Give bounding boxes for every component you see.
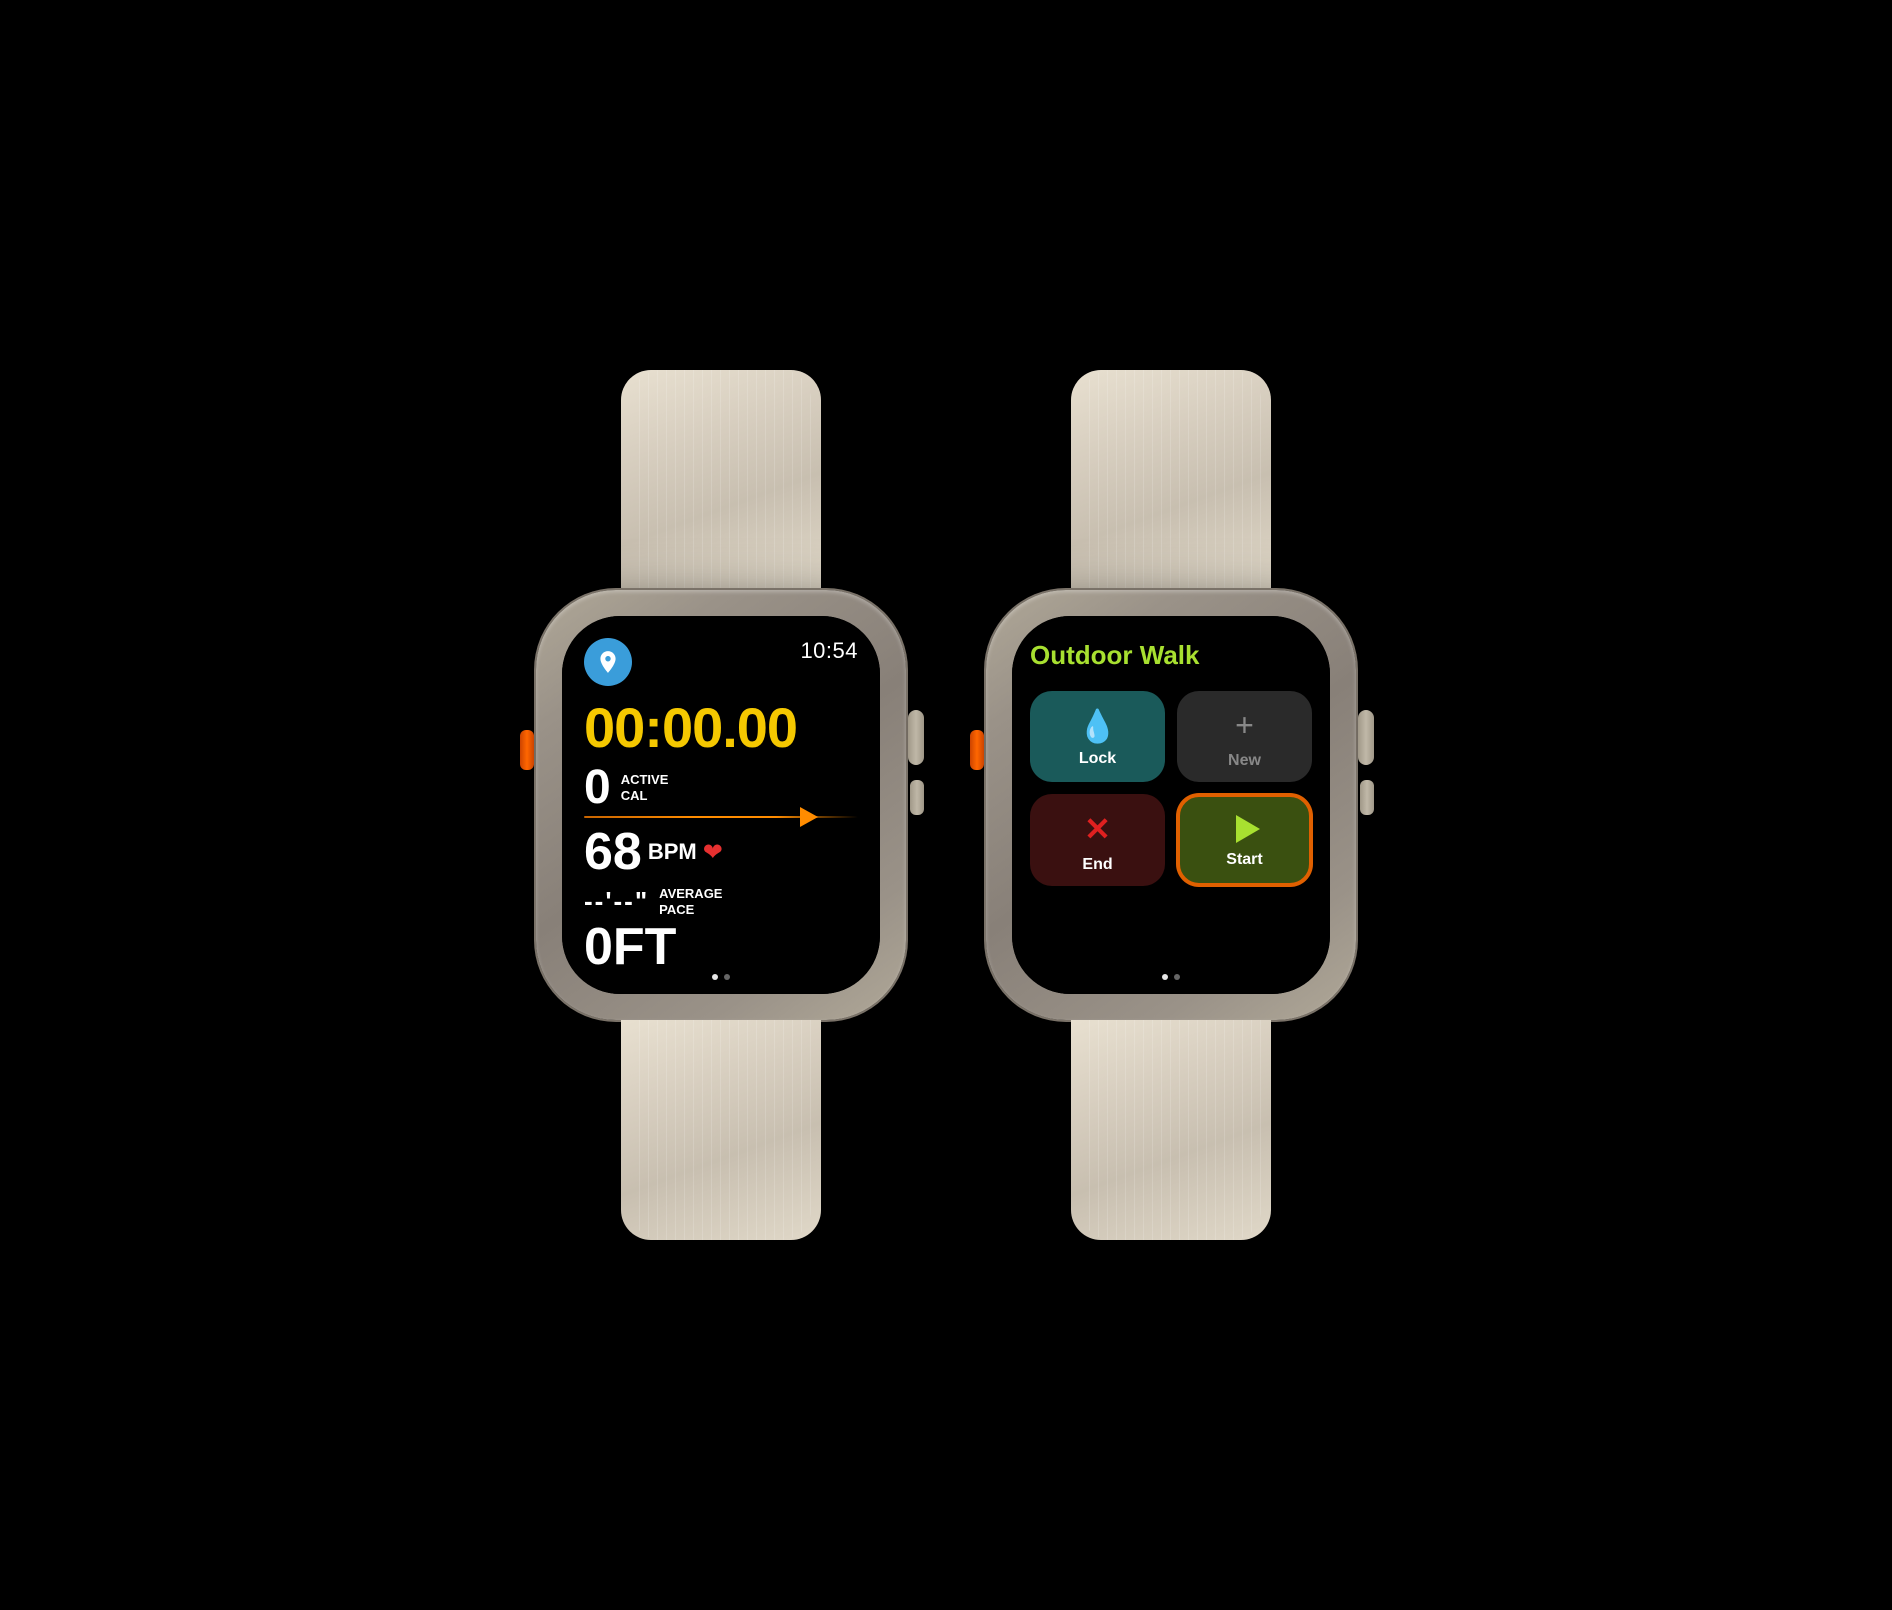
watch-1-screen: 10:54 00:00.00 0 ACTIVE CAL — [562, 616, 880, 994]
dot-2 — [724, 974, 730, 980]
new-label: New — [1228, 752, 1261, 770]
location-icon — [584, 638, 632, 686]
new-button[interactable]: + New — [1177, 691, 1312, 782]
workout-buttons-grid: 💧 Lock + New ✕ End — [1030, 691, 1312, 886]
start-button[interactable]: Start — [1177, 794, 1312, 886]
workout-screen: 10:54 00:00.00 0 ACTIVE CAL — [562, 616, 880, 994]
watch-1-body: 10:54 00:00.00 0 ACTIVE CAL — [536, 590, 906, 1020]
end-button[interactable]: ✕ End — [1030, 794, 1165, 886]
watch-2-band-top — [1071, 370, 1271, 590]
watch-2-screen: Outdoor Walk 💧 Lock + New — [1012, 616, 1330, 994]
page-dots — [712, 974, 730, 980]
cal-label: ACTIVE CAL — [621, 772, 669, 803]
play-icon — [1230, 815, 1260, 843]
bpm-row: 68 BPM ❤ — [584, 826, 858, 878]
watch-1-side-button[interactable] — [910, 780, 924, 815]
page-dots-2 — [1162, 974, 1180, 980]
watch-1-time: 10:54 — [800, 638, 858, 664]
watch-1-action-button[interactable] — [520, 730, 534, 770]
x-icon: ✕ — [1084, 810, 1111, 848]
watch-2-body: Outdoor Walk 💧 Lock + New — [986, 590, 1356, 1020]
play-triangle-icon — [1236, 815, 1260, 843]
workout-timer: 00:00.00 — [584, 700, 858, 756]
watch-1-band-bottom — [621, 1020, 821, 1240]
outdoor-walk-title: Outdoor Walk — [1030, 640, 1312, 671]
plus-icon: + — [1235, 707, 1254, 744]
pace-row: --'--" AVERAGE PACE — [584, 886, 858, 917]
dot-1 — [712, 974, 718, 980]
end-label: End — [1082, 856, 1112, 874]
watch-2-side-button[interactable] — [1360, 780, 1374, 815]
dot-w2-2 — [1174, 974, 1180, 980]
heart-icon: ❤ — [703, 838, 723, 867]
dot-w2-1 — [1162, 974, 1168, 980]
watch-2: Outdoor Walk 💧 Lock + New — [986, 370, 1356, 1240]
arrow-head-icon — [800, 807, 818, 827]
pace-label: AVERAGE PACE — [659, 886, 722, 917]
outdoor-walk-screen: Outdoor Walk 💧 Lock + New — [1012, 616, 1330, 994]
watch-1-crown[interactable] — [908, 710, 924, 765]
distance: 0FT — [584, 921, 858, 973]
start-label: Start — [1226, 851, 1262, 869]
bpm-text: BPM — [648, 839, 697, 865]
watches-container: 10:54 00:00.00 0 ACTIVE CAL — [536, 370, 1356, 1240]
watch-1: 10:54 00:00.00 0 ACTIVE CAL — [536, 370, 906, 1240]
lock-button[interactable]: 💧 Lock — [1030, 691, 1165, 782]
watch-2-band-bottom — [1071, 1020, 1271, 1240]
arrow-row — [584, 816, 858, 818]
pace-dashes: --'--" — [584, 886, 649, 917]
watch-1-band-top — [621, 370, 821, 590]
lock-label: Lock — [1079, 750, 1116, 768]
cal-number: 0 — [584, 764, 611, 812]
cal-row: 0 ACTIVE CAL — [584, 764, 858, 812]
watch-2-crown[interactable] — [1358, 710, 1374, 765]
bpm-number: 68 — [584, 826, 642, 878]
watch-2-action-button[interactable] — [970, 730, 984, 770]
water-drop-icon: 💧 — [1078, 710, 1118, 742]
arrow-divider — [584, 816, 858, 818]
